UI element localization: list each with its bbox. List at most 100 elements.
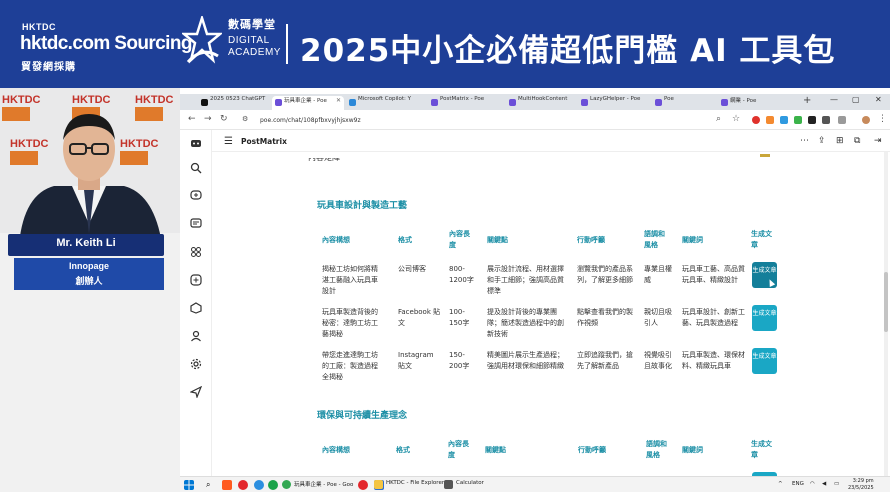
language-indicator[interactable]: ENG [792,481,804,487]
tab-bar: 2025 0523 ChatGPT 玩具車企業 - Poe ✕ Microsoft… [180,94,890,110]
explore-bots-icon[interactable] [190,246,202,258]
taskbar-app-chrome[interactable]: 玩具車企業 - Poe - Goo [282,480,353,489]
poe-logo-icon[interactable] [190,138,202,150]
cell-key-points: 展示設計流程、用材選擇和手工細節；強調高品質標準 [487,265,564,295]
scrollbar-thumb[interactable] [884,272,888,332]
volume-icon[interactable]: ◀ [822,481,826,487]
table-header: 語調和風格 [646,440,667,459]
extension-icon[interactable] [822,116,830,124]
cell-tone: 視覺吸引且故事化 [644,351,672,370]
search-icon[interactable]: ⌕ [206,480,216,490]
more-options-icon[interactable]: ⋯ [800,136,809,146]
chat-content: 內容矩陣 玩具車設計與製造工藝 內容構想 格式 內容長度 關鍵點 行動呼籲 語調… [212,152,872,476]
collapse-icon[interactable]: ⇥ [874,136,882,146]
bot-name[interactable]: PostMatrix [241,137,287,146]
search-icon[interactable] [190,162,202,174]
battery-icon[interactable]: ▭ [834,481,839,487]
tab-web-poe[interactable]: 網業 - Poe [718,96,800,110]
extension-icon[interactable] [794,116,802,124]
opera-icon[interactable] [358,480,368,490]
table-header: 關鍵點 [487,236,508,244]
popout-icon[interactable]: ⧉ [854,136,860,146]
new-chat-icon[interactable] [190,190,202,202]
cell-key-points: 精美圖片展示生產過程；強調用材環保和細節精緻 [487,351,564,370]
hktdc-sourcing-chinese: 貿發網採購 [21,62,76,73]
new-tab-button[interactable]: + [803,95,811,106]
edge-icon[interactable] [268,480,278,490]
create-bot-icon[interactable] [190,274,202,286]
close-window-button[interactable]: ✕ [875,95,882,104]
reload-icon[interactable]: ↻ [220,114,228,124]
tab-lazyghelper[interactable]: LazyGHelper - Poe [578,96,650,110]
extension-icon[interactable] [780,116,788,124]
taskbar-clock[interactable]: 3:29 pm 23/5/2025 [848,478,874,492]
bookmark-star-icon[interactable]: ☆ [732,114,740,124]
cut-heading: 內容矩陣 [308,153,340,162]
site-info-icon[interactable]: ⚙ [242,115,248,123]
tab-chatgpt[interactable]: 2025 0523 ChatGPT [198,96,270,110]
wifi-icon[interactable]: ◠ [810,481,815,487]
poe-icon [275,99,282,106]
new-chat-square-icon[interactable]: ⊞ [836,136,844,146]
tab-multihook[interactable]: MultiHookContent [506,96,576,110]
settings-icon[interactable] [190,358,202,370]
copilot-icon [349,99,356,106]
tab-poe[interactable]: Poe [652,96,716,110]
browser-app-icon[interactable] [254,480,264,490]
zoom-icon[interactable]: ⌕ [716,114,721,124]
close-tab-icon[interactable]: ✕ [336,97,341,104]
chats-icon[interactable] [190,218,202,230]
generate-article-button[interactable]: 生成文章 [752,305,777,331]
share-icon[interactable]: ⇪ [818,136,826,146]
brave-icon[interactable] [222,480,232,490]
send-feedback-icon[interactable] [190,386,202,398]
table-header: 格式 [396,446,410,454]
apps-icon[interactable] [190,302,202,314]
hktdc-small-logo: HKTDC [22,22,56,32]
event-banner: HKTDC hktdc.com Sourcing 貿發網採購 數碼學堂 DIGI… [0,0,890,88]
cell-keywords: 玩具車設計、創新工藝、玩具製造過程 [682,308,745,327]
table-header: 內容長度 [449,230,470,249]
menu-icon[interactable]: ☰ [224,136,233,147]
tab-copilot[interactable]: Microsoft Copilot: Y [346,96,426,110]
chrome-icon [282,480,291,489]
minimize-button[interactable]: — [830,95,838,104]
profile-icon[interactable] [190,330,202,342]
tray-chevron-icon[interactable]: ^ [778,481,783,487]
digital-academy-logo: 數碼學堂 DIGITAL ACADEMY [182,16,280,66]
cell-key-points: 提及設計背後的專業團隊；簡述製造過程中的創新技術 [487,308,564,338]
forward-icon[interactable]: → [204,114,212,124]
taskbar-app-calculator[interactable]: Calculator [444,480,484,489]
tab-toy-car-poe[interactable]: 玩具車企業 - Poe ✕ [272,96,344,110]
scrollbar[interactable] [884,152,888,476]
more-menu-icon[interactable]: ⋮ [878,114,887,124]
cell-keywords: 玩具車製造、環保材料、精緻玩具車 [682,351,745,370]
cell-cta: 點擊查看我們的製作視頻 [577,308,633,327]
profile-avatar[interactable] [862,116,870,124]
maximize-button[interactable]: ▢ [852,95,860,104]
calculator-icon [444,480,453,489]
back-icon[interactable]: ← [188,114,196,124]
extension-icon[interactable] [752,116,760,124]
extension-icon[interactable] [808,116,816,124]
cell-length: 100-150字 [449,308,470,327]
taskbar: ⌕ 玩具車企業 - Poe - Goo HKTDC - File Explore… [180,476,890,492]
poe-icon [509,99,516,106]
taskbar-app-explorer[interactable]: HKTDC - File Explorer [374,480,444,489]
extensions-puzzle-icon[interactable] [838,116,846,124]
extension-icon[interactable] [766,116,774,124]
hktdc-sourcing-logo: hktdc.com Sourcing [20,33,192,54]
folder-icon [374,480,383,489]
tab-postmatrix[interactable]: PostMatrix - Poe [428,96,504,110]
pdf-app-icon[interactable] [238,480,248,490]
table-header: 內容構想 [322,236,350,244]
speaker-role: 創辦人 [75,277,103,287]
generate-article-button[interactable]: 生成文章 [752,348,777,374]
url-field[interactable]: poe.com/chat/108pfbxvyjhjsxw9z [260,117,361,124]
cell-cta: 立即追蹤我們，搶先了解新產品 [577,351,633,370]
banner-divider [286,24,288,64]
windows-start-icon[interactable] [184,480,194,490]
table-header: 內容長度 [448,440,469,459]
table-header: 生成文章 [751,230,772,249]
table-header: 關鍵詞 [682,236,703,244]
